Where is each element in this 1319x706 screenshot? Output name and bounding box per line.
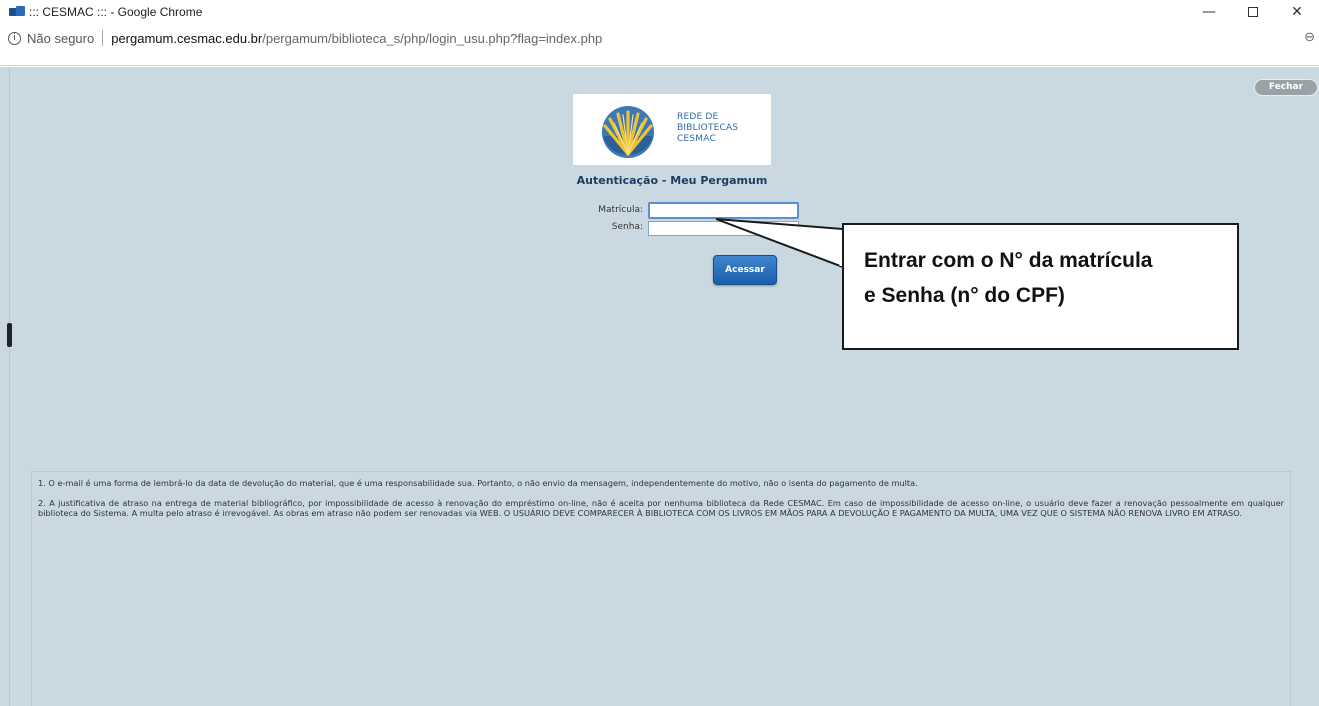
notes-panel: 1. O e-mail é uma forma de lembrá-lo da … (31, 471, 1291, 706)
address-divider (102, 30, 104, 46)
page-content: Fechar REDE DE BIBLIOTECAS CESMAC Autent… (0, 67, 1319, 706)
zoom-icon[interactable]: ⊖ (1304, 29, 1315, 45)
info-icon[interactable]: i (8, 31, 21, 45)
close-page-button[interactable]: Fechar (1254, 79, 1318, 96)
logo-line: CESMAC (677, 134, 716, 144)
minimize-button[interactable]: — (1187, 0, 1231, 23)
side-panel-edge (0, 67, 10, 706)
logo-line: BIBLIOTECAS (677, 123, 739, 133)
maximize-button[interactable] (1231, 0, 1275, 23)
callout-pointer (715, 218, 844, 269)
page-title: Autenticação - Meu Pergamum (576, 174, 768, 187)
url-host[interactable]: pergamum.cesmac.edu.br (111, 31, 262, 46)
address-bar: i Não seguro pergamum.cesmac.edu.br/perg… (0, 23, 1319, 66)
callout-line: Entrar com o N° da matrícula (864, 249, 1153, 272)
maximize-icon (1248, 6, 1258, 17)
note-paragraph: 2. A justificativa de atraso na entrega … (38, 498, 1284, 518)
window-title-bar: ::: CESMAC ::: - Google Chrome — ✕ (0, 0, 1319, 23)
url-path[interactable]: /pergamum/biblioteca_s/php/login_usu.php… (262, 31, 602, 46)
callout-line: e Senha (n° do CPF) (864, 284, 1065, 307)
matricula-label: Matrícula: (598, 205, 643, 215)
security-label[interactable]: Não seguro (27, 31, 94, 46)
fan-logo-icon (602, 106, 654, 158)
note-paragraph: 1. O e-mail é uma forma de lembrá-lo da … (38, 478, 918, 488)
window-controls: — ✕ (1187, 0, 1319, 23)
chrome-app-icon (9, 5, 25, 18)
instruction-callout: Entrar com o N° da matrícula e Senha (n°… (842, 223, 1239, 350)
senha-label: Senha: (611, 222, 643, 232)
library-logo: REDE DE BIBLIOTECAS CESMAC (573, 94, 771, 165)
logo-line: REDE DE (677, 112, 719, 122)
close-window-button[interactable]: ✕ (1275, 0, 1319, 23)
window-title: ::: CESMAC ::: - Google Chrome (29, 4, 203, 19)
omnibox[interactable]: i Não seguro pergamum.cesmac.edu.br/perg… (8, 27, 1319, 49)
logo-text: REDE DE BIBLIOTECAS CESMAC (677, 112, 738, 145)
side-panel-handle[interactable] (7, 323, 12, 347)
